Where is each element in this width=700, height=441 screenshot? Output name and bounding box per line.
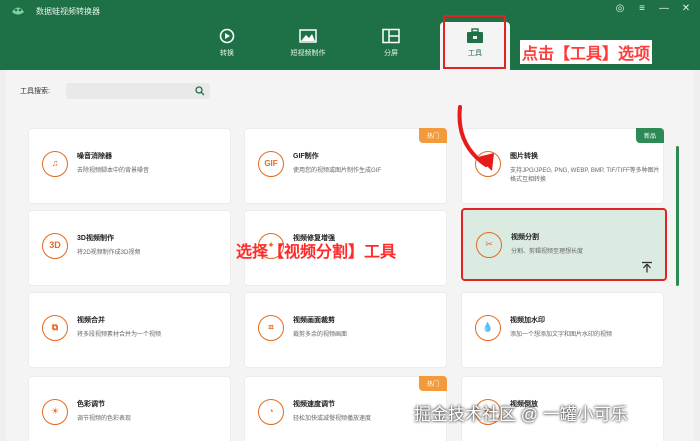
card-desc: 使用您的视频或图片制作生成GIF [293, 168, 381, 174]
tools-tab-highlight [443, 15, 506, 69]
tool-grid: ♫ 噪音消除器 去除视频脚本中的背景噪音 热门 GIF GIF制作 使用您的视频… [15, 108, 687, 441]
settings-icon[interactable]: ◎ [614, 3, 626, 15]
card-title: 视频合并 [77, 317, 105, 324]
app-logo-icon [12, 7, 24, 15]
tool-card-color[interactable]: ☀ 色彩调节 调节视频的色彩表现 [28, 376, 231, 441]
tool-search-row: 工具搜索: [20, 83, 210, 99]
search-icon[interactable] [195, 86, 205, 96]
card-hint-annotation: 选择【视频分割】工具 [236, 244, 397, 261]
short-video-icon [299, 29, 317, 43]
card-desc: 去除视频脚本中的背景噪音 [77, 168, 150, 174]
search-label: 工具搜索: [20, 88, 50, 95]
close-icon[interactable]: ✕ [680, 3, 692, 15]
watermark-text: 掘金技术社区 @ 一罐小可乐 [414, 405, 628, 424]
card-desc: 添加一个想添加文字和图片水印的视频 [510, 332, 613, 338]
card-desc: 裁剪多余的视频画面 [293, 332, 348, 338]
3d-icon: 3D [42, 233, 68, 259]
card-title: 3D视频制作 [77, 235, 114, 242]
tab-convert-label: 转换 [220, 50, 234, 57]
tab-short-video-label: 短视频制作 [290, 50, 326, 57]
tab-short-video[interactable]: 短视频制作 [273, 22, 343, 68]
card-desc: 将2D视频制作成3D视频 [77, 250, 141, 256]
minimize-icon[interactable]: — [658, 3, 670, 15]
tool-card-gif[interactable]: 热门 GIF GIF制作 使用您的视频或图片制作生成GIF [244, 128, 447, 204]
arrow-annotation-icon [457, 105, 494, 171]
tool-card-video-split[interactable]: ✂ 视频分割 分割、剪辑视频至理想长度 [461, 208, 667, 281]
merge-icon: ⧉ [42, 315, 68, 341]
menu-icon[interactable]: ≡ [636, 3, 648, 15]
hot-badge: 热门 [418, 128, 447, 143]
card-title: 噪音消除器 [77, 153, 112, 160]
scissors-icon: ✂ [476, 232, 502, 258]
tool-card-crop[interactable]: ⌗ 视频画面裁剪 裁剪多余的视频画面 [244, 292, 447, 368]
window-controls: ◎ ≡ — ✕ [614, 3, 692, 15]
scrollbar[interactable] [676, 146, 679, 286]
tool-card-merge[interactable]: ⧉ 视频合并 将多段视频素材合并为一个视频 [28, 292, 231, 368]
tool-card-3d[interactable]: 3D 3D视频制作 将2D视频制作成3D视频 [28, 210, 231, 286]
card-title: 视频加水印 [510, 317, 545, 324]
tab-split-screen[interactable]: 分屏 [356, 22, 426, 68]
card-title: GIF制作 [293, 153, 319, 160]
card-title: 图片转换 [510, 153, 538, 160]
noise-removal-icon: ♫ [42, 151, 68, 177]
tool-card-watermark[interactable]: 💧 视频加水印 添加一个想添加文字和图片水印的视频 [461, 292, 664, 368]
pin-to-top-icon[interactable] [641, 261, 653, 273]
card-title: 视频分割 [511, 234, 539, 241]
nav-hint-annotation: 点击【工具】选项 [520, 40, 653, 64]
card-desc: 分割、剪辑视频至理想长度 [511, 249, 584, 255]
watermark-icon: 💧 [475, 315, 501, 341]
tool-card-noise-removal[interactable]: ♫ 噪音消除器 去除视频脚本中的背景噪音 [28, 128, 231, 204]
color-icon: ☀ [42, 399, 68, 425]
hot-badge: 热门 [418, 376, 447, 391]
card-title: 视频速度调节 [293, 401, 335, 408]
convert-icon [219, 28, 235, 44]
tab-convert[interactable]: 转换 [192, 22, 262, 68]
card-title: 视频画面裁剪 [293, 317, 335, 324]
crop-icon: ⌗ [258, 315, 284, 341]
speed-icon: ◔ [258, 399, 284, 425]
gif-icon: GIF [258, 151, 284, 177]
card-desc: 将多段视频素材合并为一个视频 [77, 332, 162, 338]
card-desc: 调节视频的色彩表现 [77, 416, 132, 422]
card-title: 色彩调节 [77, 401, 105, 408]
app-title: 数据蛙视频转换器 [36, 7, 100, 16]
split-screen-icon [382, 28, 400, 44]
card-desc: 支持JPG/JPEG, PNG, WEBP, BMP, TIF/TIFF等多种图… [510, 168, 660, 183]
new-badge: 新品 [635, 128, 664, 143]
tab-split-screen-label: 分屏 [384, 50, 398, 57]
search-input[interactable] [66, 83, 210, 99]
